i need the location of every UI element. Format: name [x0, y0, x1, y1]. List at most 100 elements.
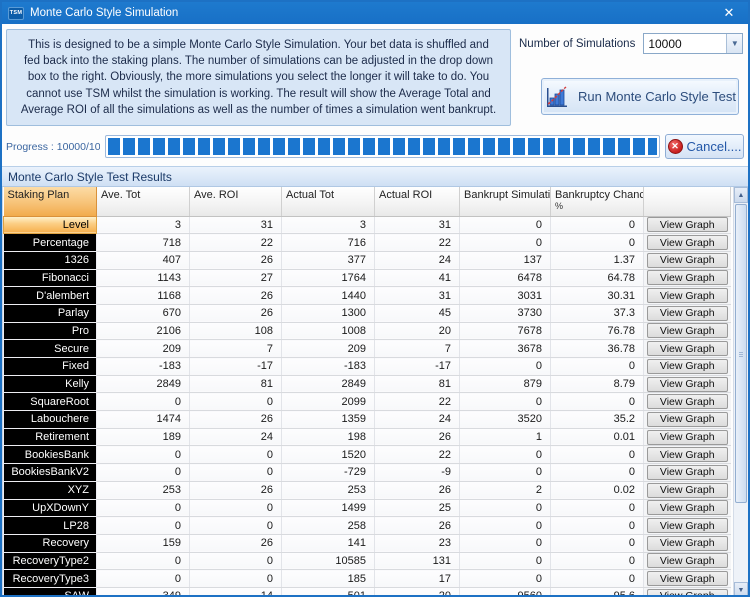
view-graph-button[interactable]: View Graph — [647, 411, 728, 427]
table-row: Fixed -183 -17 -183 -17 0 0 View Graph — [3, 357, 731, 376]
staking-plan-cell[interactable]: Secure — [3, 339, 97, 358]
results-group-header: Monte Carlo Style Test Results — [2, 166, 748, 187]
column-header[interactable] — [643, 187, 731, 217]
value-cell: 7678 — [459, 322, 551, 341]
value-cell: 0 — [550, 463, 644, 482]
staking-plan-cell[interactable]: 1326 — [3, 251, 97, 270]
graph-button-cell: View Graph — [643, 410, 731, 429]
view-graph-button[interactable]: View Graph — [647, 376, 728, 392]
staking-plan-cell[interactable]: UpXDownY — [3, 499, 97, 518]
staking-plan-cell[interactable]: BookiesBankV2 — [3, 463, 97, 482]
staking-plan-cell[interactable]: Labouchere — [3, 410, 97, 429]
graph-button-cell: View Graph — [643, 286, 731, 305]
view-graph-button[interactable]: View Graph — [647, 464, 728, 480]
value-cell: 1499 — [281, 499, 375, 518]
staking-plan-cell[interactable]: BookiesBank — [3, 445, 97, 465]
view-graph-button[interactable]: View Graph — [647, 288, 728, 304]
view-graph-button[interactable]: View Graph — [647, 535, 728, 551]
value-cell: 0 — [459, 516, 551, 535]
table-row: RecoveryType2 0 0 10585 131 0 0 View Graph — [3, 552, 731, 571]
staking-plan-cell[interactable]: Fixed — [3, 357, 97, 376]
column-header[interactable]: Staking Plan — [3, 187, 97, 217]
value-cell: 137 — [459, 251, 551, 270]
graph-button-cell: View Graph — [643, 233, 731, 252]
table-row: Percentage 718 22 716 22 0 0 View Graph — [3, 233, 731, 252]
view-graph-button[interactable]: View Graph — [647, 429, 728, 445]
value-cell: 81 — [189, 375, 282, 394]
value-cell: 189 — [96, 428, 190, 447]
table-row: SquareRoot 0 0 2099 22 0 0 View Graph — [3, 392, 731, 412]
view-graph-button[interactable]: View Graph — [647, 252, 728, 268]
staking-plan-cell[interactable]: Level — [3, 216, 97, 235]
view-graph-button[interactable]: View Graph — [647, 394, 728, 410]
column-header[interactable]: Actual ROI — [374, 187, 460, 217]
value-cell: 8.79 — [550, 375, 644, 394]
column-header[interactable]: Bankruptcy Chance% — [550, 187, 644, 217]
view-graph-button[interactable]: View Graph — [647, 447, 728, 463]
value-cell: 0 — [550, 552, 644, 571]
chevron-down-icon[interactable]: ▼ — [726, 34, 743, 53]
view-graph-button[interactable]: View Graph — [647, 588, 728, 595]
staking-plan-cell[interactable]: Pro — [3, 322, 97, 341]
run-test-button[interactable]: Run Monte Carlo Style Test — [541, 78, 739, 115]
view-graph-button[interactable]: View Graph — [647, 305, 728, 321]
column-header[interactable]: Bankrupt Simulations — [459, 187, 551, 217]
table-row: Kelly 2849 81 2849 81 879 8.79 View Graph — [3, 375, 731, 394]
view-graph-button[interactable]: View Graph — [647, 358, 728, 374]
staking-plan-cell[interactable]: Percentage — [3, 233, 97, 252]
value-cell: 9560 — [459, 587, 551, 595]
value-cell: 26 — [374, 428, 460, 447]
view-graph-button[interactable]: View Graph — [647, 482, 728, 498]
staking-plan-cell[interactable]: Kelly — [3, 375, 97, 394]
view-graph-button[interactable]: View Graph — [647, 553, 728, 569]
value-cell: 2849 — [281, 375, 375, 394]
value-cell: 22 — [374, 233, 460, 252]
staking-plan-cell[interactable]: Fibonacci — [3, 269, 97, 288]
value-cell: -349 — [96, 587, 190, 595]
value-cell: 45 — [374, 304, 460, 323]
view-graph-button[interactable]: View Graph — [647, 341, 728, 357]
close-button[interactable]: ✕ — [716, 2, 742, 24]
value-cell: 25 — [374, 499, 460, 518]
scroll-up-icon[interactable]: ▲ — [734, 187, 748, 203]
value-cell: 26 — [189, 304, 282, 323]
staking-plan-cell[interactable]: Parlay — [3, 304, 97, 323]
value-cell: 0 — [189, 463, 282, 482]
scrollbar-thumb[interactable] — [735, 204, 747, 503]
graph-button-cell: View Graph — [643, 569, 731, 588]
simulations-combobox[interactable]: 10000 ▼ — [643, 33, 744, 54]
value-cell: 26 — [374, 481, 460, 500]
view-graph-button[interactable]: View Graph — [647, 217, 728, 233]
staking-plan-cell[interactable]: SquareRoot — [3, 392, 97, 412]
view-graph-button[interactable]: View Graph — [647, 500, 728, 516]
column-header[interactable]: Actual Tot — [281, 187, 375, 217]
view-graph-button[interactable]: View Graph — [647, 235, 728, 251]
column-header[interactable]: Ave. ROI — [189, 187, 282, 217]
value-cell: 0 — [550, 569, 644, 588]
value-cell: 36.78 — [550, 339, 644, 358]
vertical-scrollbar[interactable]: ▲ ▼ — [733, 187, 748, 595]
staking-plan-cell[interactable]: LP28 — [3, 516, 97, 535]
view-graph-button[interactable]: View Graph — [647, 270, 728, 286]
value-cell: 0 — [550, 216, 644, 235]
staking-plan-cell[interactable]: D'alembert — [3, 286, 97, 305]
staking-plan-cell[interactable]: RecoveryType3 — [3, 569, 97, 588]
staking-plan-cell[interactable]: Retirement — [3, 428, 97, 447]
staking-plan-cell[interactable]: Recovery — [3, 534, 97, 553]
value-cell: 23 — [374, 534, 460, 553]
value-cell: 0 — [459, 216, 551, 235]
column-header[interactable]: Ave. Tot — [96, 187, 190, 217]
view-graph-button[interactable]: View Graph — [647, 518, 728, 534]
view-graph-button[interactable]: View Graph — [647, 323, 728, 339]
value-cell: -17 — [374, 357, 460, 376]
value-cell: 0 — [459, 569, 551, 588]
staking-plan-cell[interactable]: RecoveryType2 — [3, 552, 97, 571]
staking-plan-cell[interactable]: XYZ — [3, 481, 97, 500]
table-header-row: Staking Plan Ave. Tot Ave. ROI Actual Tot Ac… — [3, 187, 731, 217]
cancel-button[interactable]: ✕ Cancel.... — [665, 134, 744, 159]
graph-button-cell: View Graph — [643, 445, 731, 465]
view-graph-button[interactable]: View Graph — [647, 571, 728, 587]
staking-plan-cell[interactable]: SAW — [3, 587, 97, 595]
scroll-down-icon[interactable]: ▼ — [734, 582, 748, 595]
value-cell: 0 — [550, 499, 644, 518]
